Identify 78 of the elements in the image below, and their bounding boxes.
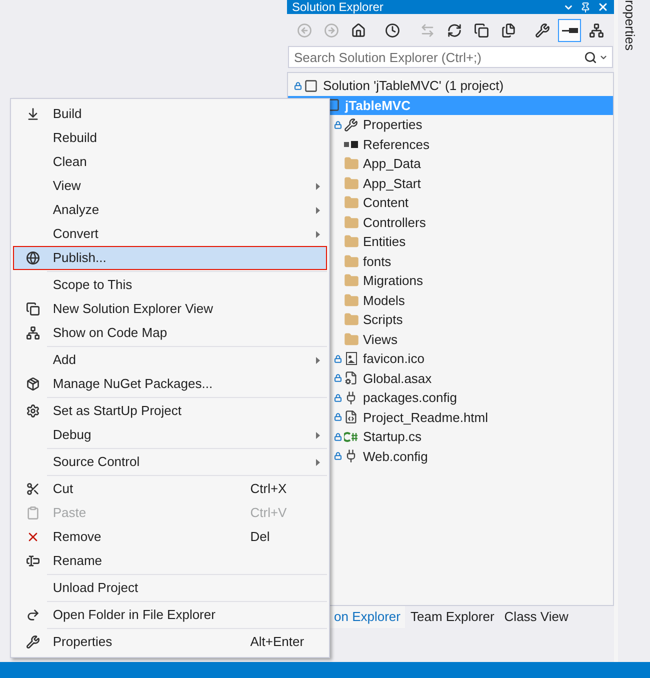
package-icon (26, 377, 40, 391)
menu-item[interactable]: Unload Project (13, 576, 327, 600)
shortcut-text: Ctrl+V (250, 505, 287, 520)
collapse-icon (474, 22, 489, 38)
panel-tab[interactable]: Team Explorer (405, 606, 500, 628)
shortcut-text: Del (250, 529, 270, 544)
home-icon (350, 22, 366, 38)
submenu-arrow-icon (316, 206, 320, 214)
panel-tab[interactable]: on Explorer (329, 606, 406, 628)
forward-icon (324, 22, 339, 38)
gear-file-icon (344, 371, 358, 386)
folder-icon (344, 312, 358, 328)
dropdown-icon[interactable] (599, 53, 608, 62)
menu-item[interactable]: Cut Ctrl+X (13, 477, 327, 501)
shortcut-text: Alt+Enter (250, 634, 304, 650)
submenu-arrow-icon (316, 356, 320, 364)
wrench-icon (344, 118, 358, 132)
diagram-icon (589, 22, 604, 38)
files-icon (500, 22, 516, 38)
globe-icon (26, 251, 40, 265)
csharp-icon (344, 432, 358, 442)
submenu-arrow-icon (316, 432, 320, 438)
folder-icon (344, 214, 358, 230)
lock-icon (334, 354, 342, 363)
panel-tab[interactable]: Class View (499, 606, 574, 628)
gear-icon (26, 404, 40, 418)
lock-icon (334, 452, 342, 460)
clipboard-icon (26, 506, 40, 520)
lock-icon (294, 82, 302, 90)
lock-icon (334, 374, 342, 382)
image-file-icon (346, 352, 356, 366)
references-icon (344, 140, 358, 148)
menu-item[interactable]: Remove Del (13, 525, 327, 549)
back-icon (296, 22, 312, 38)
pin-icon[interactable] (580, 2, 591, 12)
folder-icon (344, 273, 358, 288)
search-field[interactable]: Search Solution Explorer (Ctrl+;) (288, 46, 613, 68)
lock-icon (334, 432, 342, 441)
menu-item[interactable]: Properties Alt+Enter (13, 630, 327, 654)
tree-item[interactable]: Solution 'jTableMVC' (1 project) (288, 76, 613, 96)
side-tab[interactable]: roperties (620, 0, 640, 51)
submenu-arrow-icon (316, 230, 320, 238)
folder-icon (344, 176, 358, 191)
search-icon (584, 51, 597, 64)
scissors-icon (26, 482, 40, 496)
folder-icon (344, 234, 358, 250)
toolbar-button[interactable] (558, 18, 582, 42)
clock-icon (385, 22, 400, 38)
curved-arrow-icon (26, 608, 40, 622)
folder-icon (344, 156, 358, 172)
folder-icon (344, 332, 358, 347)
submenu-arrow-icon (316, 458, 320, 466)
project-icon (304, 78, 318, 93)
lock-icon (334, 394, 342, 402)
wrench-icon (26, 635, 40, 649)
shortcut-text: Ctrl+X (250, 481, 287, 496)
code-file-icon (344, 410, 358, 424)
wrench-icon (535, 22, 550, 38)
close-icon[interactable] (597, 1, 609, 13)
plug-icon (344, 390, 358, 405)
sync-icon (420, 22, 436, 38)
menu-item[interactable]: Rename (13, 549, 327, 573)
diagram-icon (26, 326, 40, 340)
preview-icon (562, 28, 578, 32)
rename-icon (26, 554, 40, 568)
folder-icon (344, 254, 358, 269)
refresh-icon (446, 22, 462, 38)
menu-item[interactable]: Open Folder in File Explorer (13, 603, 327, 627)
lock-icon (334, 120, 342, 129)
plug-icon (344, 449, 358, 464)
lock-icon (334, 413, 342, 422)
panel-title: Solution Explorer (292, 1, 384, 13)
build-icon (26, 107, 40, 121)
menu-item[interactable]: Publish... (13, 246, 327, 270)
folder-icon (344, 195, 358, 210)
submenu-arrow-icon (316, 182, 320, 190)
folder-icon (344, 292, 358, 308)
windows-icon (26, 302, 40, 316)
